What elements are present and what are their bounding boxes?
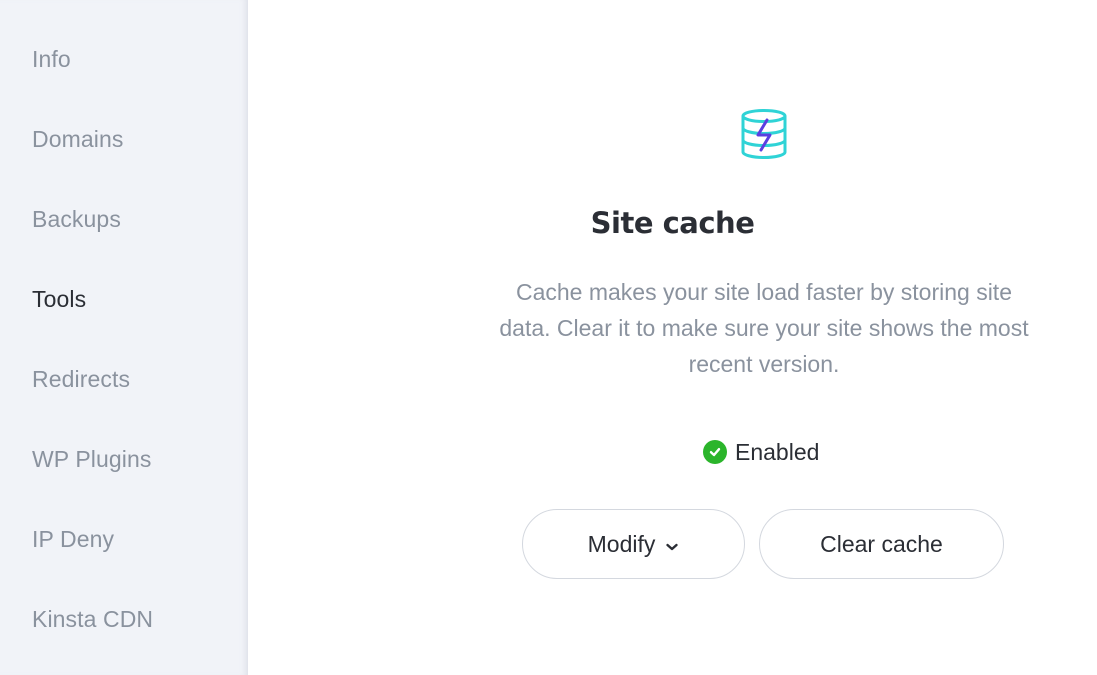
sidebar-item-tools[interactable]: Tools (32, 286, 86, 313)
clear-cache-button[interactable]: Clear cache (759, 509, 1004, 579)
sidebar-item-backups[interactable]: Backups (32, 206, 121, 233)
sidebar-item-domains[interactable]: Domains (32, 126, 123, 153)
clear-cache-label: Clear cache (820, 530, 943, 557)
check-circle-icon (703, 440, 727, 464)
description: Cache makes your site load faster by sto… (499, 279, 1029, 377)
status-badge: Enabled (703, 438, 819, 466)
status-label: Enabled (735, 438, 820, 465)
sidebar-item-redirects[interactable]: Redirects (32, 366, 130, 393)
chevron-down-icon (665, 531, 679, 558)
modify-button[interactable]: Modify (522, 509, 745, 579)
sidebar-item-ip-deny[interactable]: IP Deny (32, 526, 114, 553)
modify-label: Modify (587, 530, 656, 557)
sidebar-item-kinsta-cdn[interactable]: Kinsta CDN (32, 606, 153, 633)
sidebar: Info Domains Backups Tools Redirects WP … (0, 0, 248, 675)
page-title: Site cache (590, 206, 755, 240)
sidebar-item-info[interactable]: Info (32, 46, 71, 73)
sidebar-item-wp-plugins[interactable]: WP Plugins (32, 446, 151, 473)
database-lightning-icon (740, 108, 788, 160)
